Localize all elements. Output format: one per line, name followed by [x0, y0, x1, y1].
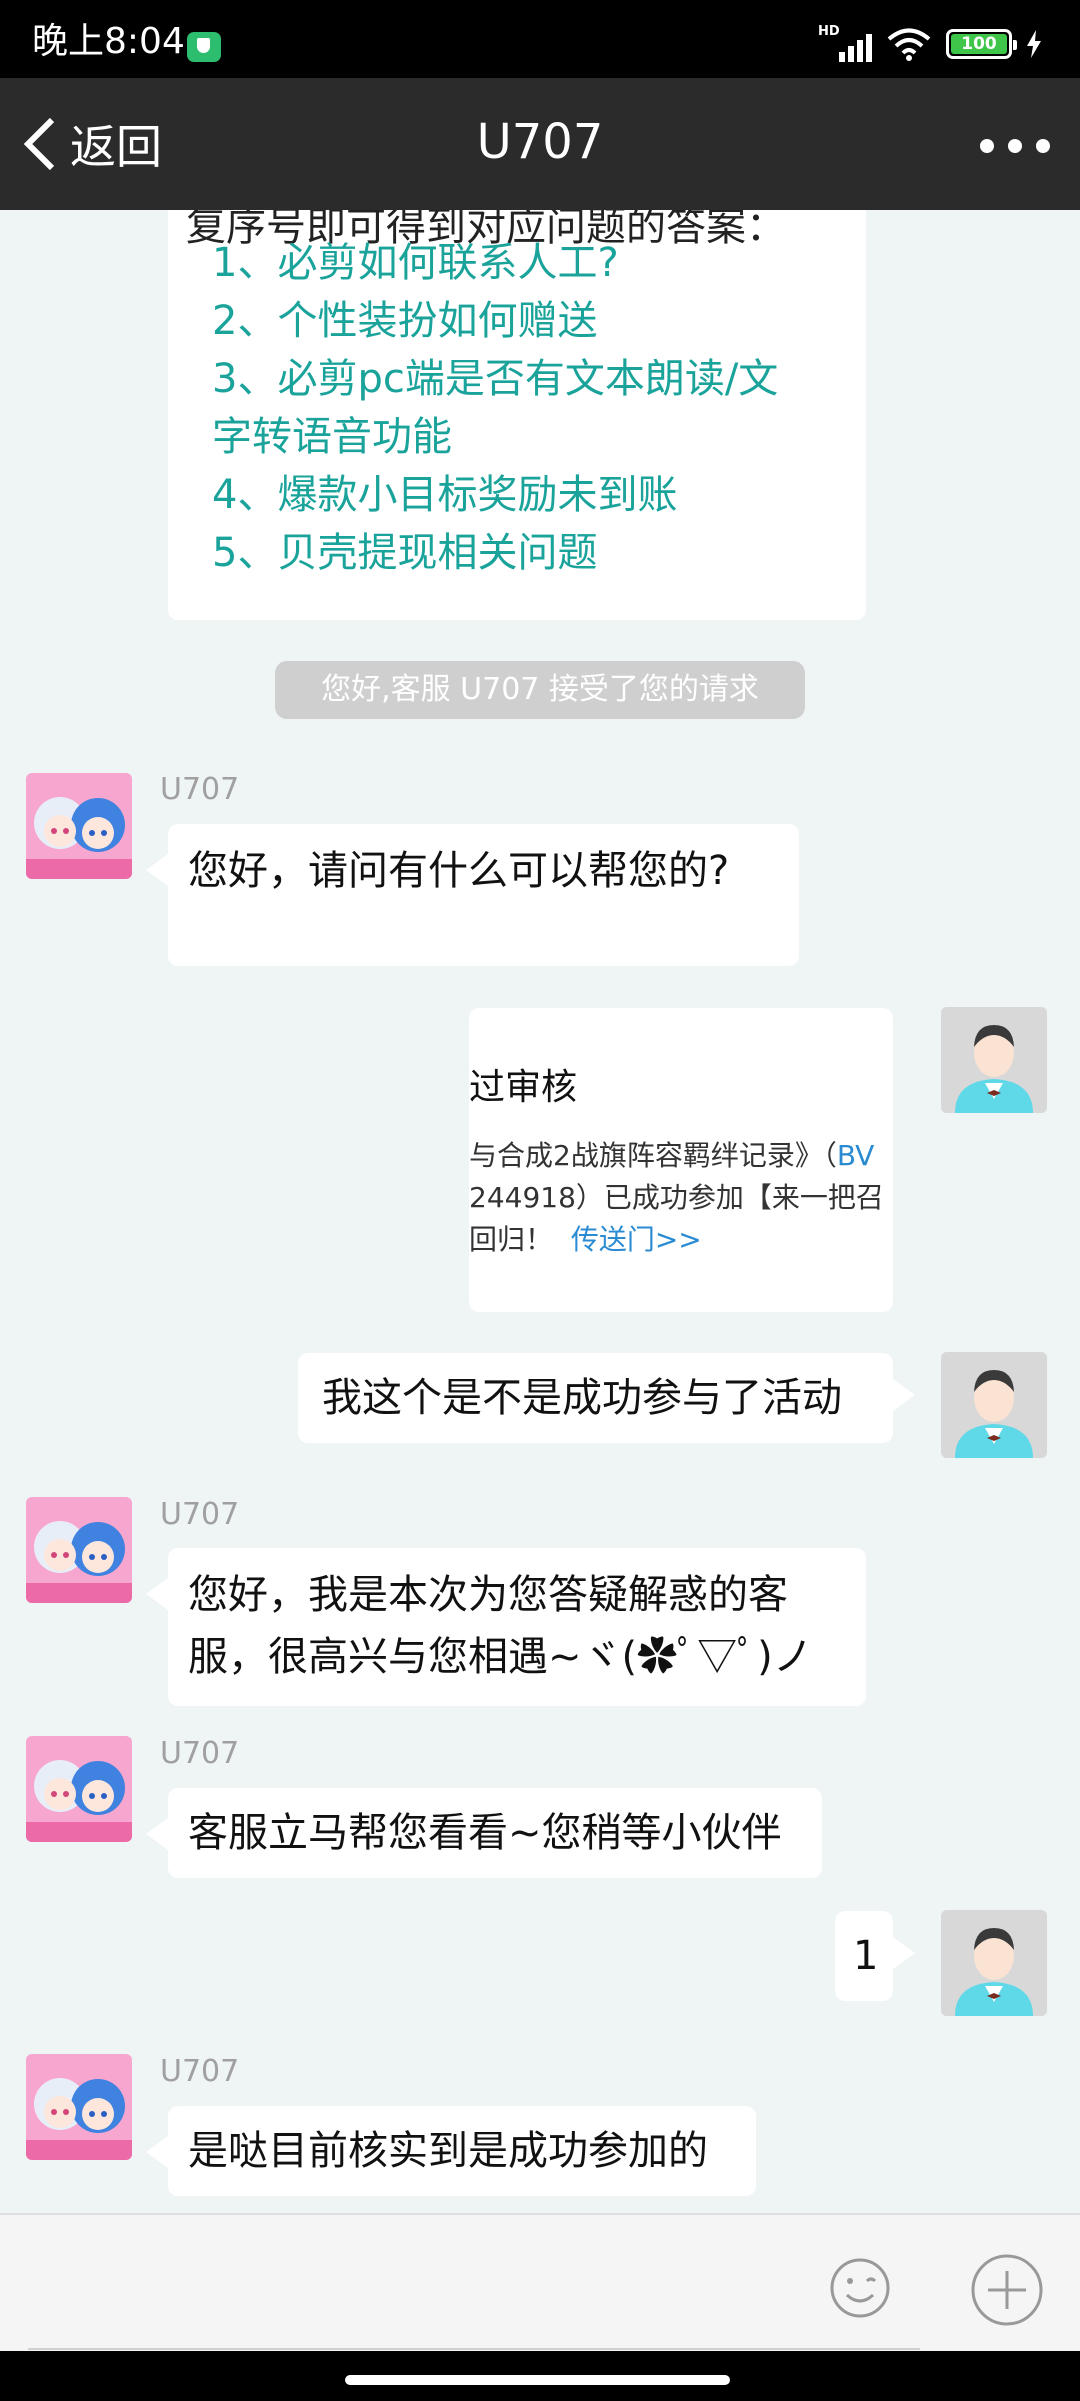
system-notice: 您好,客服 U707 接受了您的请求 [275, 661, 805, 719]
message-text: 客服立马帮您看看~您稍等小伙伴 [188, 1810, 782, 1856]
card-line: 回归！ 传送门>> [469, 1223, 702, 1256]
faq-item[interactable]: 5、贝壳提现相关问题 [212, 524, 812, 582]
charging-icon [1027, 30, 1041, 58]
message-text: 您好，请问有什么可以帮您的? [188, 848, 730, 894]
agent-avatar[interactable] [26, 2054, 132, 2160]
message-text: 1 [853, 1933, 879, 1979]
message-text: 我这个是不是成功参与了活动 [322, 1375, 842, 1421]
user-avatar[interactable] [941, 1352, 1047, 1458]
card-line: 与合成2战旗阵容羁绊记录》（BV [469, 1139, 875, 1172]
faq-item[interactable]: 4、爆款小目标奖励未到账 [212, 466, 812, 524]
faq-menu-bubble: 复序号即可得到对应问题的答案： 1、必剪如何联系人工? 2、个性装扮如何赠送 3… [168, 210, 866, 620]
message-text: 是哒目前核实到是成功参加的 [188, 2128, 708, 2174]
message-input[interactable] [28, 2348, 920, 2350]
card-line: 244918）已成功参加【来一把召 [469, 1181, 884, 1214]
add-attachment-icon[interactable] [970, 2253, 1044, 2327]
faq-list: 1、必剪如何联系人工? 2、个性装扮如何赠送 3、必剪pc端是否有文本朗读/文字… [212, 234, 812, 582]
card-title: 过审核 [469, 1067, 578, 1108]
status-icons: HD 100 [818, 24, 1042, 62]
sender-name: U707 [160, 1497, 240, 1532]
user-avatar[interactable] [941, 1910, 1047, 2016]
security-shield-icon [187, 32, 221, 62]
network-label: HD [818, 24, 840, 39]
status-bar: 晚上8:04 HD 100 [0, 0, 1080, 78]
agent-message: 您好，我是本次为您答疑解惑的客服，很高兴与您相遇~ヾ(✿ﾟ▽ﾟ)ノ [146, 1548, 866, 1706]
home-indicator[interactable] [345, 2375, 730, 2385]
chevron-left-icon [23, 117, 55, 171]
faq-item[interactable]: 3、必剪pc端是否有文本朗读/文字转语音功能 [212, 350, 812, 466]
more-options-button[interactable] [980, 126, 1050, 166]
sender-name: U707 [160, 1736, 240, 1771]
shared-link-card[interactable]: 过审核 与合成2战旗阵容羁绊记录》（BV 244918）已成功参加【来一把召 回… [469, 1008, 893, 1312]
battery-icon: 100 [946, 29, 1017, 59]
agent-avatar[interactable] [26, 1736, 132, 1842]
back-button[interactable]: 返回 [22, 108, 162, 180]
card-link[interactable]: 传送门>> [571, 1223, 702, 1256]
status-time: 晚上8:04 [32, 21, 185, 62]
chat-area[interactable]: 复序号即可得到对应问题的答案： 1、必剪如何联系人工? 2、个性装扮如何赠送 3… [0, 210, 1080, 2213]
emoji-icon[interactable] [829, 2257, 891, 2319]
message-text: 您好，我是本次为您答疑解惑的客服，很高兴与您相遇~ヾ(✿ﾟ▽ﾟ)ノ [188, 1572, 813, 1680]
sender-name: U707 [160, 772, 240, 807]
agent-message: 您好，请问有什么可以帮您的? [146, 824, 799, 966]
page-title: U707 [476, 114, 604, 170]
battery-level: 100 [951, 34, 1007, 54]
agent-avatar[interactable] [26, 1497, 132, 1603]
user-avatar[interactable] [941, 1007, 1047, 1113]
agent-message: 是哒目前核实到是成功参加的 [146, 2106, 756, 2196]
faq-item[interactable]: 2、个性装扮如何赠送 [212, 292, 812, 350]
agent-avatar[interactable] [26, 773, 132, 879]
system-nav-bar [0, 2351, 1080, 2401]
faq-item[interactable]: 1、必剪如何联系人工? [212, 234, 812, 292]
signal-icon: HD [818, 24, 872, 62]
wifi-icon [887, 28, 931, 61]
chat-header: 返回 U707 [0, 78, 1080, 210]
message-input-bar [0, 2213, 1080, 2351]
back-label: 返回 [70, 120, 162, 174]
sender-name: U707 [160, 2054, 240, 2089]
agent-message: 客服立马帮您看看~您稍等小伙伴 [146, 1788, 822, 1878]
user-message: 1 [835, 1911, 915, 2001]
user-message: 我这个是不是成功参与了活动 [298, 1353, 915, 1443]
